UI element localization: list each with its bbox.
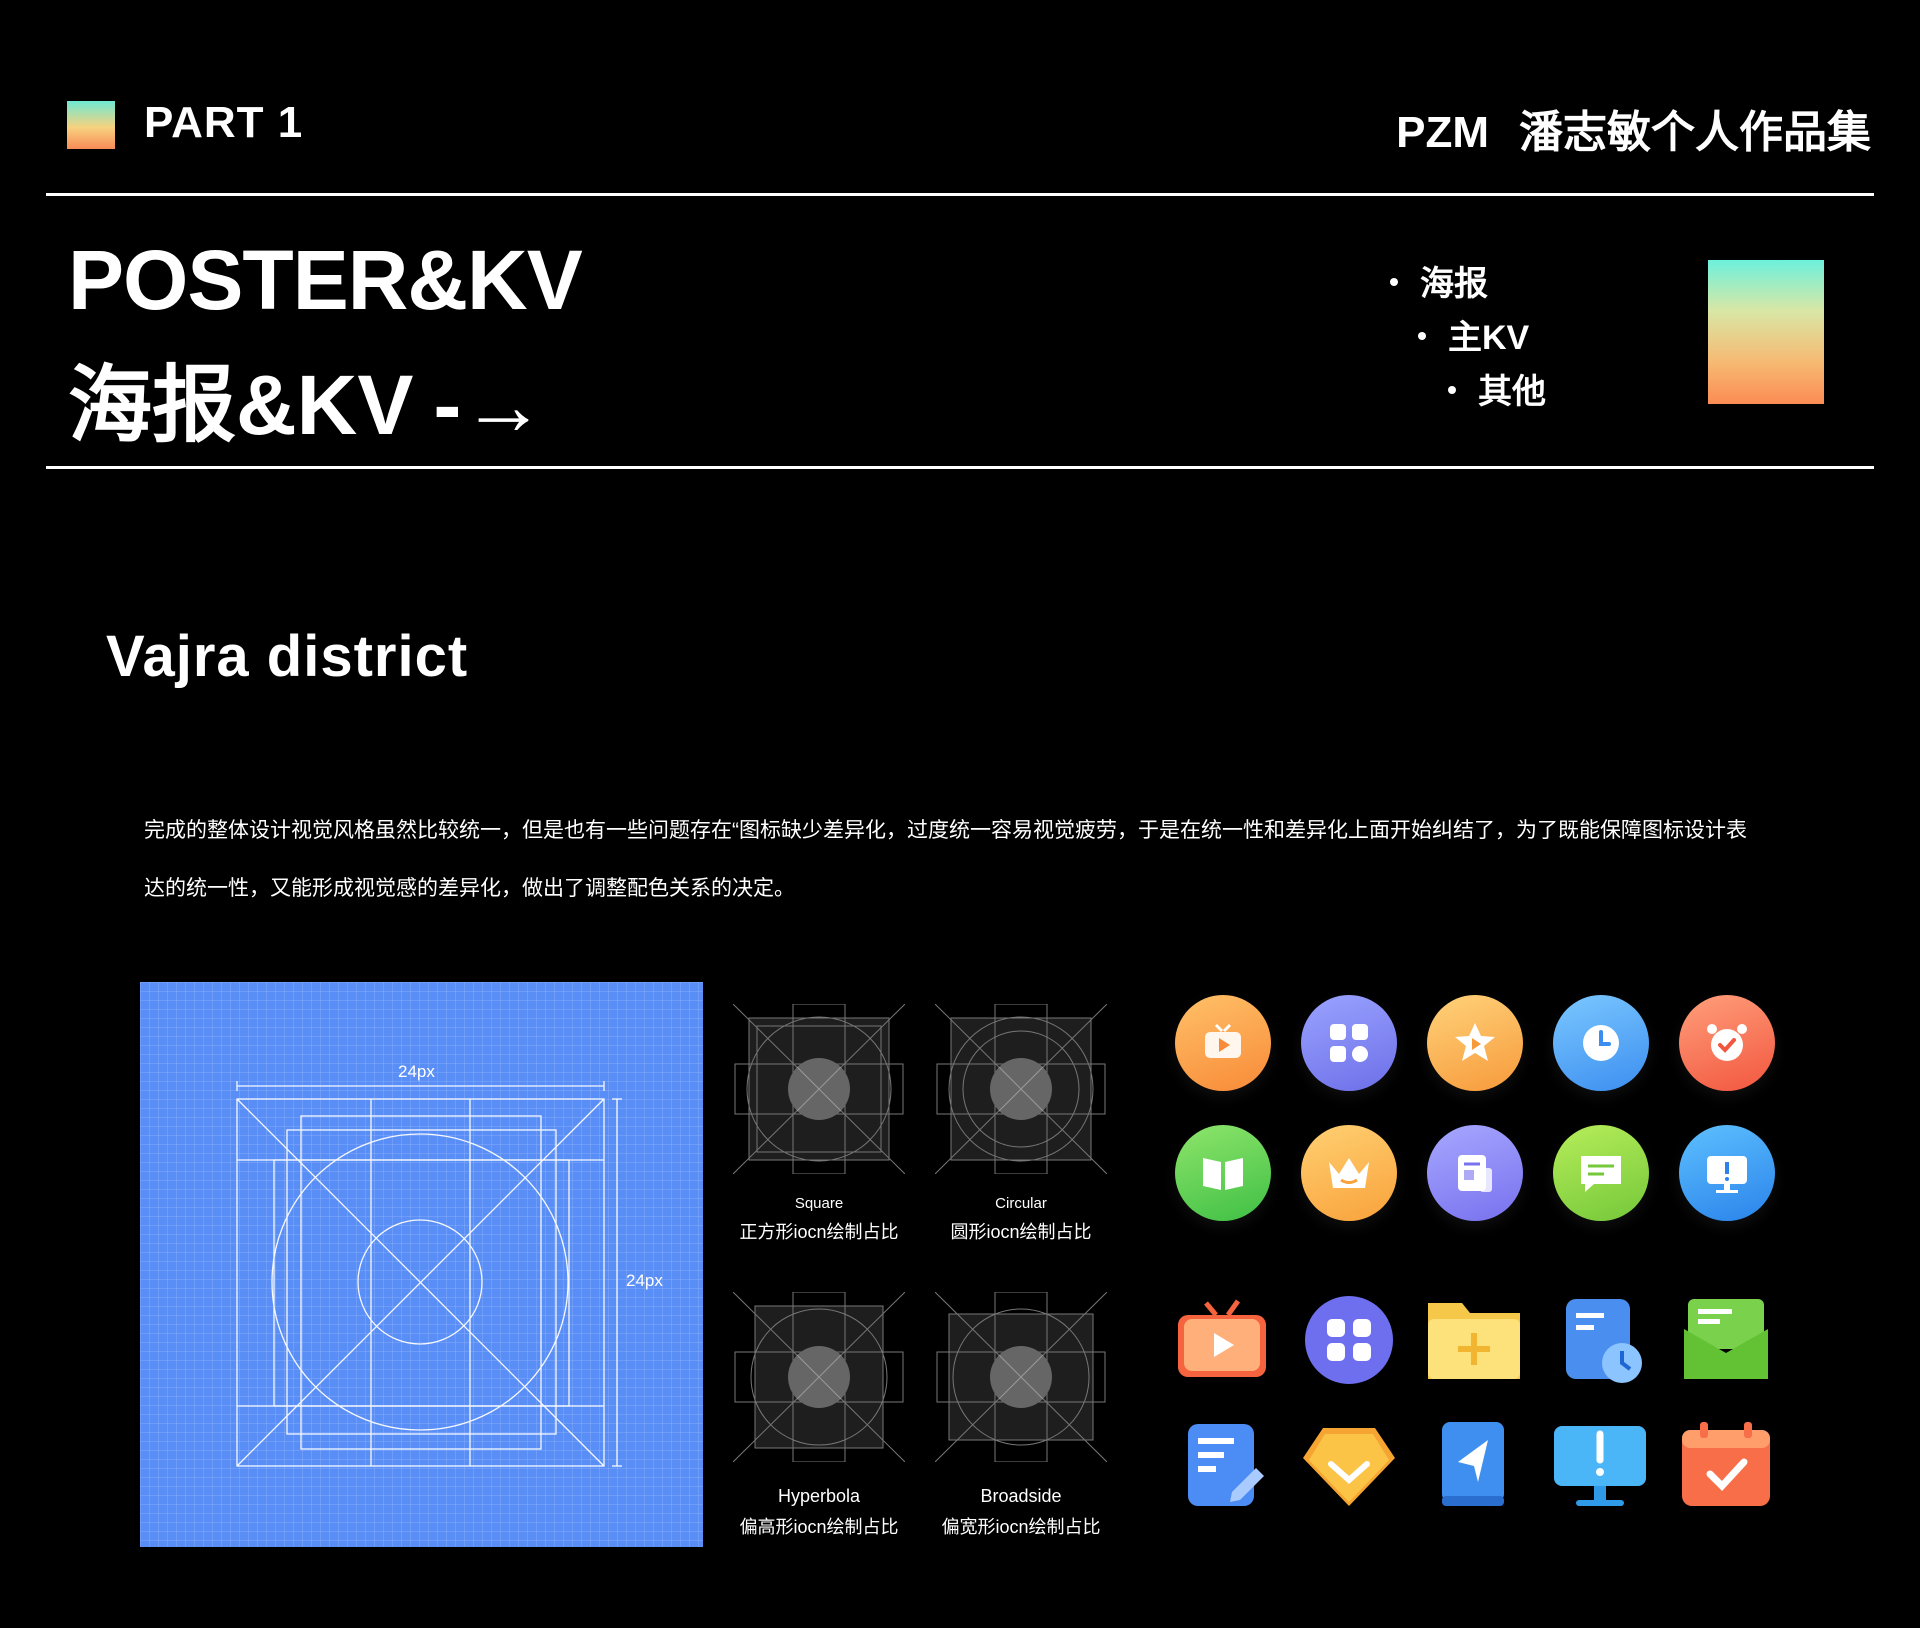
category-item: 其他: [1448, 364, 1546, 413]
grid-square: [733, 1004, 905, 1174]
hyperbola-grid-diagram: [733, 1292, 905, 1462]
grid-circular: [935, 1004, 1107, 1174]
grid-hyperbola: [733, 1292, 905, 1462]
diamond-icon[interactable]: [1299, 1420, 1399, 1510]
clock-icon[interactable]: [1553, 995, 1649, 1091]
apps-grid-icon[interactable]: [1299, 1295, 1399, 1385]
grid-broadside: [935, 1292, 1107, 1462]
bottom-divider: [46, 466, 1874, 469]
monitor-alert-icon[interactable]: [1679, 1125, 1775, 1221]
part-color-swatch: [67, 101, 115, 149]
tv-icon[interactable]: [1175, 995, 1271, 1091]
part-label: PART 1: [144, 98, 304, 147]
grid-caption: Circular 圆形iocn绘制占比: [950, 1195, 1092, 1242]
width-label: 24px: [398, 1062, 435, 1081]
schedule-icon[interactable]: [1550, 1295, 1650, 1385]
document-icon[interactable]: [1427, 1125, 1523, 1221]
star-icon[interactable]: [1427, 995, 1523, 1091]
brand-code: PZM: [1396, 108, 1489, 157]
book-icon[interactable]: [1175, 1125, 1271, 1221]
category-item: 海报: [1390, 256, 1488, 305]
alarm-clock-icon[interactable]: [1679, 995, 1775, 1091]
hero-title-en: POSTER&KV: [68, 233, 583, 327]
section-title: Vajra district: [106, 624, 469, 689]
tv-icon[interactable]: [1172, 1295, 1272, 1385]
monitor-alert-icon[interactable]: [1550, 1420, 1650, 1510]
grid-caption: Square 正方形iocn绘制占比: [739, 1195, 899, 1242]
navigation-icon[interactable]: [1424, 1420, 1524, 1510]
chat-icon[interactable]: [1553, 1125, 1649, 1221]
calendar-check-icon[interactable]: [1676, 1420, 1776, 1510]
hero-title-cn: 海报&KV -→: [68, 338, 545, 459]
category-item: 主KV: [1418, 310, 1529, 359]
crown-icon[interactable]: [1301, 1125, 1397, 1221]
description-line: 完成的整体设计视觉风格虽然比较统一，但是也有一些问题存在“图标缺少差异化，过度统…: [144, 819, 1747, 842]
height-label: 24px: [626, 1271, 663, 1290]
square-grid-diagram: [733, 1004, 905, 1174]
top-divider: [46, 193, 1874, 196]
hero-title-cn-text: 海报&KV: [68, 358, 414, 452]
brand-title: PZM 潘志敏个人作品集: [1396, 96, 1871, 160]
folder-add-icon[interactable]: [1424, 1295, 1524, 1385]
note-edit-icon[interactable]: [1172, 1420, 1272, 1510]
gradient-swatch: [1708, 260, 1824, 404]
broadside-grid-diagram: [935, 1292, 1107, 1462]
grid-caption: Broadside 偏宽形iocn绘制占比: [941, 1486, 1101, 1537]
arrow-right-icon: -→: [433, 358, 546, 452]
mail-icon[interactable]: [1676, 1295, 1776, 1385]
icon-grid-blueprint: 24px 24px: [140, 982, 703, 1547]
grid-caption: Hyperbola 偏高形iocn绘制占比: [739, 1486, 899, 1537]
brand-name: 潘志敏个人作品集: [1519, 108, 1871, 157]
apps-grid-icon[interactable]: [1301, 995, 1397, 1091]
circular-grid-diagram: [935, 1004, 1107, 1174]
description-line: 达的统一性，又能形成视觉感的差异化，做出了调整配色关系的决定。: [144, 877, 795, 900]
section-description: 完成的整体设计视觉风格虽然比较统一，但是也有一些问题存在“图标缺少差异化，过度统…: [144, 802, 1844, 918]
